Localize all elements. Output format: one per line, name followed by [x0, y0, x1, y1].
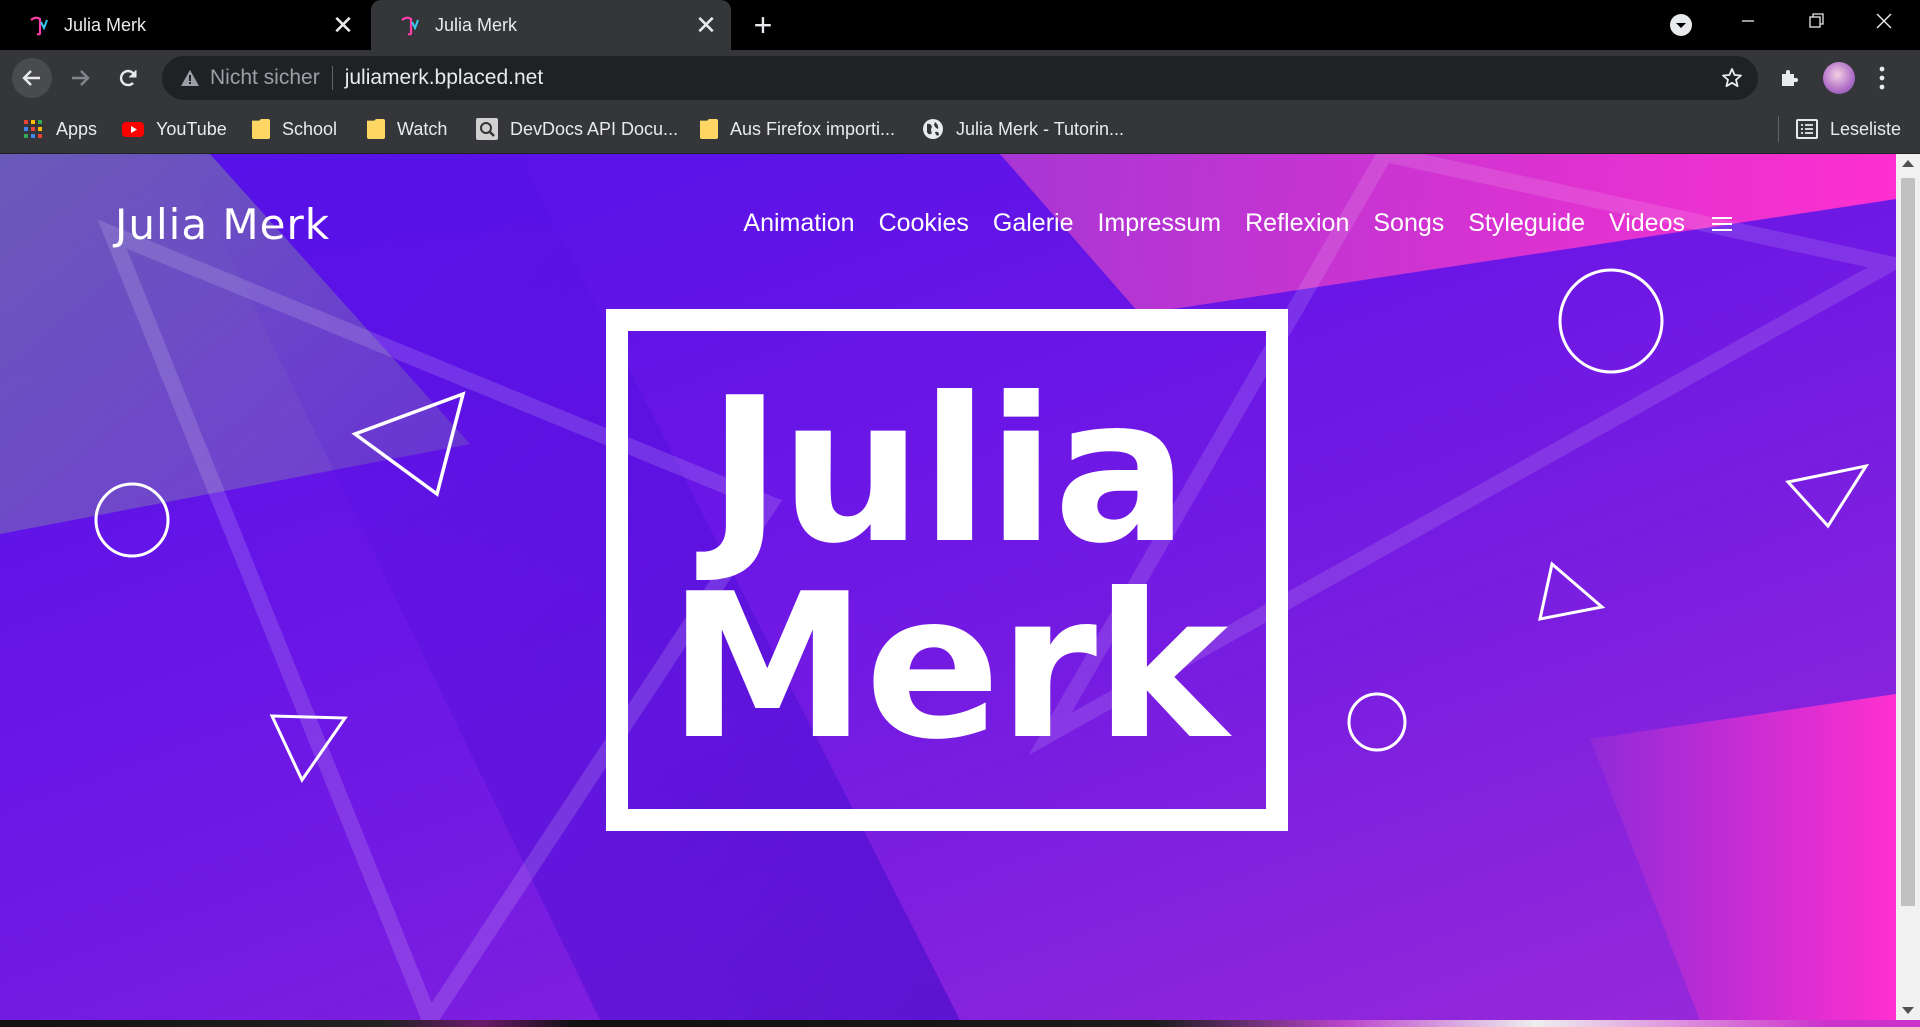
site-navigation: Animation Cookies Galerie Impressum Refl…: [719, 209, 1733, 238]
youtube-icon: [122, 122, 144, 137]
bookmark-school[interactable]: School: [252, 106, 337, 152]
taskbar-edge: [0, 1020, 1920, 1027]
bookmark-julia-merk-tutorin[interactable]: Julia Merk - Tutorin...: [922, 106, 1124, 152]
devdocs-icon: [476, 118, 498, 140]
restore-icon[interactable]: [1784, 0, 1848, 44]
tab-julia-merk-2[interactable]: Julia Merk ✕: [371, 0, 731, 50]
tab-julia-merk-1[interactable]: Julia Merk ✕: [0, 0, 368, 50]
hero-title-box: Julia Merk: [606, 309, 1288, 831]
new-tab-icon[interactable]: +: [747, 8, 779, 42]
bookmarks-bar: Apps YouTube School Watch DevDocs API Do…: [0, 106, 1920, 154]
site-brand[interactable]: Julia Merk: [115, 200, 330, 249]
nav-link-galerie[interactable]: Galerie: [993, 209, 1074, 238]
reading-list-label: Leseliste: [1830, 118, 1902, 139]
nav-link-cookies[interactable]: Cookies: [879, 209, 969, 238]
nav-link-songs[interactable]: Songs: [1373, 209, 1444, 238]
reload-button[interactable]: [108, 58, 148, 98]
back-button[interactable]: [12, 58, 52, 98]
tab-title: Julia Merk: [435, 14, 518, 35]
reading-list-button[interactable]: Leseliste: [1796, 106, 1901, 152]
tab-title: Julia Merk: [64, 14, 147, 35]
browser-toolbar: Nicht sicher juliamerk.bplaced.net: [0, 50, 1920, 106]
bookmark-firefox-import[interactable]: Aus Firefox importi...: [700, 106, 895, 152]
security-label[interactable]: Nicht sicher: [210, 66, 320, 90]
profile-avatar[interactable]: [1823, 62, 1855, 94]
extensions-puzzle-icon[interactable]: [1778, 66, 1802, 90]
bookmark-apps[interactable]: Apps: [22, 106, 97, 152]
url-text[interactable]: juliamerk.bplaced.net: [345, 66, 543, 90]
nav-link-animation[interactable]: Animation: [743, 209, 854, 238]
bookmark-label: Apps: [56, 118, 98, 139]
more-menu-icon[interactable]: [1878, 64, 1886, 92]
page-scrollbar[interactable]: [1896, 154, 1920, 1020]
hero-title-line-2: Merk: [667, 551, 1228, 784]
scrollbar-thumb[interactable]: [1901, 178, 1915, 906]
arrow-left-icon: [22, 70, 40, 86]
julia-merk-favicon: [401, 16, 419, 36]
reading-list-icon: [1796, 119, 1818, 139]
reload-icon: [119, 69, 137, 87]
bookmark-label: YouTube: [156, 118, 227, 139]
bookmark-devdocs[interactable]: DevDocs API Docu...: [476, 106, 678, 152]
scroll-up-icon[interactable]: [1902, 160, 1914, 167]
minimize-icon[interactable]: [1716, 0, 1780, 44]
warning-icon[interactable]: [180, 68, 200, 88]
bookmark-label: School: [282, 118, 338, 139]
folder-icon: [367, 119, 385, 139]
bookmark-label: Julia Merk - Tutorin...: [956, 118, 1125, 139]
bookmark-label: Aus Firefox importi...: [730, 118, 896, 139]
bookmarks-separator: [1778, 116, 1779, 142]
bookmark-label: Watch: [397, 118, 448, 139]
nav-link-styleguide[interactable]: Styleguide: [1468, 209, 1585, 238]
bookmark-youtube[interactable]: YouTube: [122, 106, 227, 152]
arrow-right-icon: [72, 70, 90, 86]
close-tab-icon[interactable]: ✕: [328, 12, 358, 38]
folder-icon: [252, 119, 270, 139]
omnibox-separator: [331, 66, 333, 90]
forward-button[interactable]: [60, 58, 100, 98]
address-bar[interactable]: Nicht sicher juliamerk.bplaced.net: [162, 56, 1758, 100]
bookmark-watch[interactable]: Watch: [367, 106, 447, 152]
globe-icon: [923, 119, 943, 139]
julia-merk-favicon: [30, 16, 48, 36]
nav-link-impressum[interactable]: Impressum: [1097, 209, 1221, 238]
close-tab-icon[interactable]: ✕: [691, 12, 721, 38]
bookmark-star-icon[interactable]: [1720, 66, 1744, 90]
hero-title-line-1: Julia: [707, 355, 1189, 588]
nav-link-reflexion[interactable]: Reflexion: [1245, 209, 1349, 238]
page-viewport: Julia Merk Animation Cookies Galerie Imp…: [0, 154, 1896, 1020]
bookmark-label: DevDocs API Docu...: [510, 118, 679, 139]
scroll-down-icon[interactable]: [1902, 1007, 1914, 1014]
folder-icon: [700, 119, 718, 139]
hamburger-menu-icon[interactable]: [1711, 215, 1733, 233]
apps-grid-icon: [24, 120, 42, 138]
tab-strip: Julia Merk ✕ Julia Merk ✕ +: [0, 0, 1920, 50]
close-window-icon[interactable]: [1852, 0, 1916, 44]
tab-search-icon[interactable]: [1670, 14, 1692, 36]
nav-link-videos[interactable]: Videos: [1609, 209, 1685, 238]
